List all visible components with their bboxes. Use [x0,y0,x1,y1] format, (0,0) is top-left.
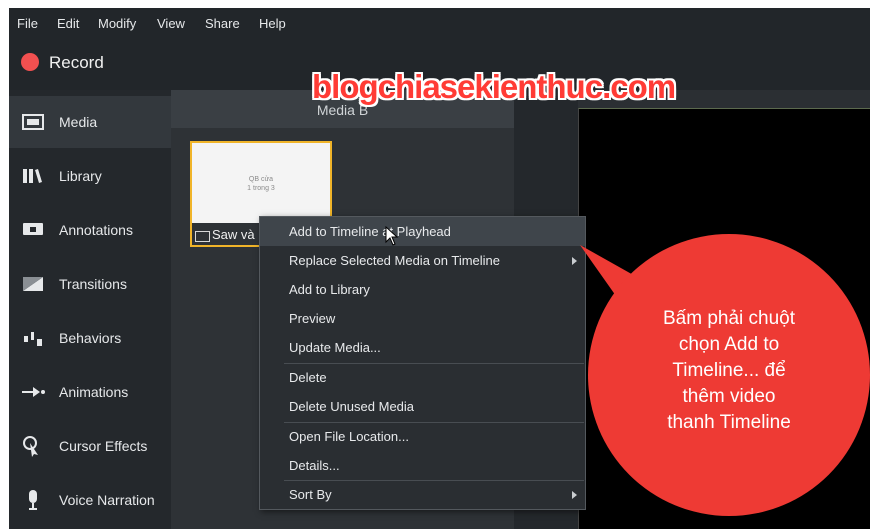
callout-line: thanh Timeline [667,412,791,433]
callout-line: Timeline... để [672,360,786,381]
callout-line: Bấm phải chuột [662,308,796,329]
callout-line: chọn Add to [678,334,780,355]
callout-text: Bấm phải chuột chọn Add to Timeline... đ… [626,306,832,436]
callout-bubble [580,234,870,516]
callout-line: thêm video [682,386,776,407]
